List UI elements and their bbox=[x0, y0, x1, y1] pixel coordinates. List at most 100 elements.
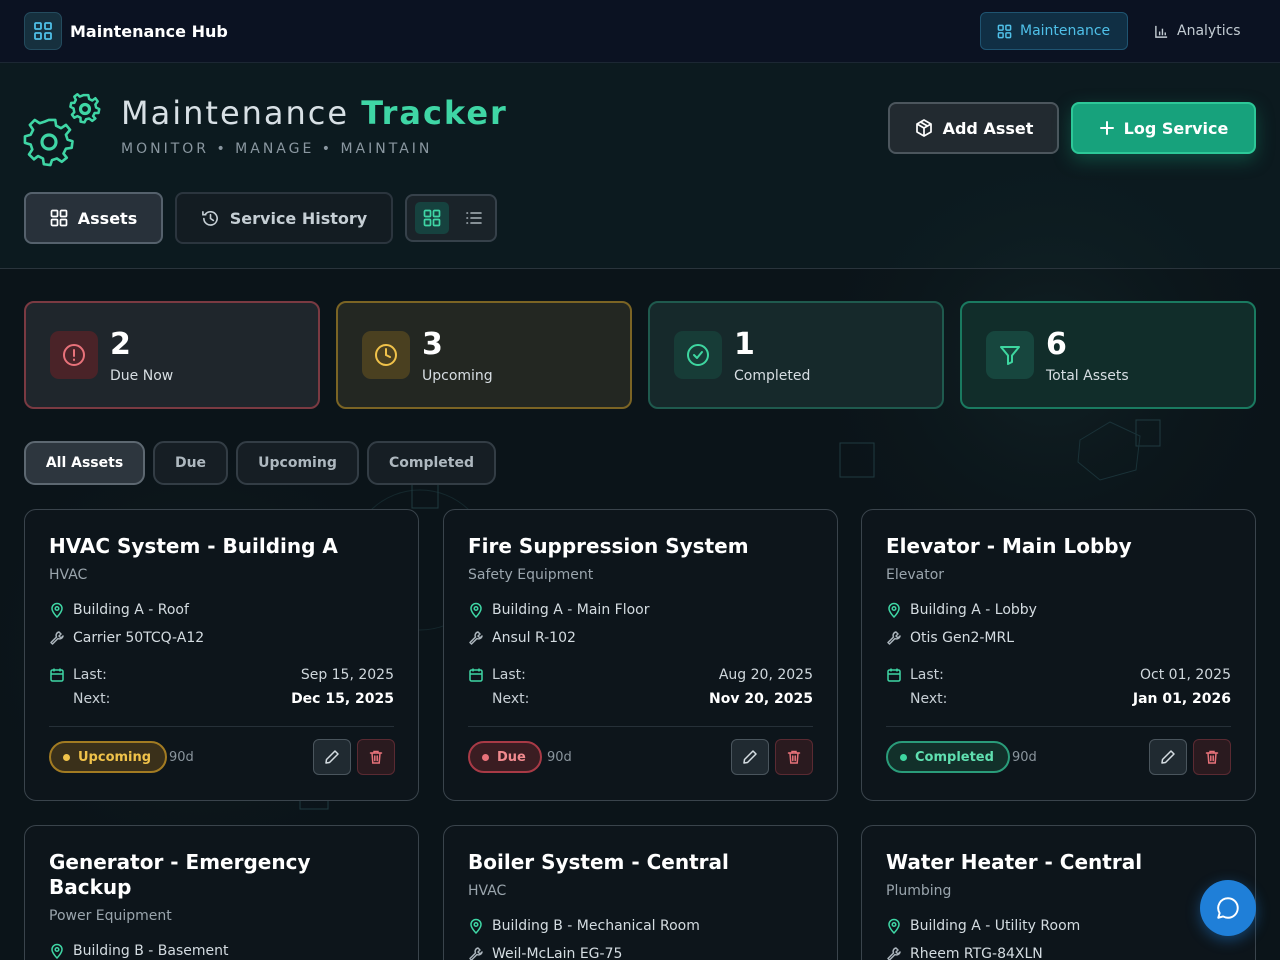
delete-button[interactable] bbox=[1193, 739, 1231, 775]
asset-location-text: Building A - Lobby bbox=[910, 602, 1037, 618]
service-interval: 90d bbox=[169, 750, 194, 765]
asset-dates: Last: Sep 15, 2025 Next: Dec 15, 2025 bbox=[49, 663, 394, 711]
brand[interactable]: Maintenance Hub bbox=[24, 12, 228, 50]
chat-bubble-icon bbox=[1217, 897, 1239, 919]
asset-location-text: Building B - Basement bbox=[73, 943, 229, 959]
log-service-label: Log Service bbox=[1123, 118, 1229, 138]
filter-completed[interactable]: Completed bbox=[367, 441, 496, 485]
last-label: Last: bbox=[73, 667, 107, 683]
map-pin-icon bbox=[51, 602, 63, 618]
nav-analytics[interactable]: Analytics bbox=[1138, 12, 1258, 50]
dashboard-icon bbox=[24, 12, 62, 50]
asset-model: Ansul R-102 bbox=[468, 630, 576, 646]
grid-view-button[interactable] bbox=[415, 202, 449, 234]
asset-card[interactable]: HVAC System - Building A HVAC Building A… bbox=[24, 509, 419, 801]
stat-upcoming[interactable]: 3 Upcoming bbox=[336, 301, 632, 409]
stat-label: Total Assets bbox=[1046, 368, 1129, 384]
asset-model-text: Otis Gen2-MRL bbox=[910, 630, 1015, 646]
asset-dates: Last: Oct 01, 2025 Next: Jan 01, 2026 bbox=[886, 663, 1231, 711]
stat-value: 2 bbox=[110, 327, 131, 362]
card-divider bbox=[49, 726, 394, 727]
edit-button[interactable] bbox=[313, 739, 351, 775]
map-pin-icon bbox=[470, 602, 482, 618]
wrench-icon bbox=[887, 947, 901, 960]
asset-model-text: Ansul R-102 bbox=[492, 630, 576, 646]
page-title-accent: Tracker bbox=[361, 94, 508, 132]
asset-name: Generator - Emergency Backup bbox=[49, 850, 311, 899]
page-title: Maintenance Tracker bbox=[121, 94, 508, 132]
status-badge: Completed bbox=[886, 741, 1010, 773]
stat-completed[interactable]: 1 Completed bbox=[648, 301, 944, 409]
asset-card[interactable]: Generator - Emergency Backup Power Equip… bbox=[24, 825, 419, 960]
nav-maintenance[interactable]: Maintenance bbox=[980, 12, 1128, 50]
asset-location: Building A - Main Floor bbox=[468, 602, 649, 618]
section-divider bbox=[0, 268, 1280, 269]
delete-button[interactable] bbox=[357, 739, 395, 775]
asset-location: Building A - Lobby bbox=[886, 602, 1037, 618]
service-interval: 90d bbox=[1012, 750, 1037, 765]
asset-location: Building B - Basement bbox=[49, 943, 229, 959]
calendar-icon bbox=[469, 668, 483, 682]
asset-name: Elevator - Main Lobby bbox=[886, 534, 1132, 558]
nav-maintenance-label: Maintenance bbox=[1020, 23, 1111, 39]
asset-model: Otis Gen2-MRL bbox=[886, 630, 1014, 646]
add-asset-button[interactable]: Add Asset bbox=[888, 102, 1059, 154]
view-toggle bbox=[405, 194, 497, 242]
asset-location: Building A - Utility Room bbox=[886, 918, 1080, 934]
filter-upcoming[interactable]: Upcoming bbox=[236, 441, 359, 485]
filter-all-assets[interactable]: All Assets bbox=[24, 441, 145, 485]
asset-category: HVAC bbox=[468, 883, 507, 899]
nav-analytics-label: Analytics bbox=[1177, 23, 1241, 39]
asset-card[interactable]: Water Heater - Central Plumbing Building… bbox=[861, 825, 1256, 960]
stat-total-assets[interactable]: 6 Total Assets bbox=[960, 301, 1256, 409]
stat-label: Due Now bbox=[110, 368, 174, 384]
list-icon bbox=[466, 212, 482, 224]
grid-icon bbox=[50, 209, 68, 227]
trash-icon bbox=[369, 750, 383, 764]
next-service-date: Jan 01, 2026 bbox=[1132, 691, 1231, 707]
list-view-button[interactable] bbox=[459, 202, 489, 234]
chat-button[interactable] bbox=[1200, 880, 1256, 936]
stat-value: 1 bbox=[734, 327, 755, 362]
bar-chart-icon bbox=[1155, 25, 1168, 38]
asset-name: Boiler System - Central bbox=[468, 850, 729, 874]
trash-icon bbox=[1205, 750, 1219, 764]
pencil-icon bbox=[325, 750, 339, 764]
asset-model: Carrier 50TCQ-A12 bbox=[49, 630, 204, 646]
edit-button[interactable] bbox=[1149, 739, 1187, 775]
asset-model: Rheem RTG-84XLN bbox=[886, 946, 1043, 960]
tab-assets[interactable]: Assets bbox=[24, 192, 163, 244]
stat-due-now[interactable]: 2 Due Now bbox=[24, 301, 320, 409]
asset-model-text: Rheem RTG-84XLN bbox=[910, 946, 1043, 960]
edit-button[interactable] bbox=[731, 739, 769, 775]
page-subtitle: MONITOR • MANAGE • MAINTAIN bbox=[121, 141, 433, 157]
filter-icon bbox=[986, 331, 1034, 379]
filter-due[interactable]: Due bbox=[153, 441, 228, 485]
asset-category: Power Equipment bbox=[49, 908, 172, 924]
log-service-button[interactable]: Log Service bbox=[1071, 102, 1256, 154]
pencil-icon bbox=[1161, 750, 1175, 764]
page-title-main: Maintenance bbox=[121, 94, 350, 132]
clock-icon bbox=[362, 331, 410, 379]
last-label: Last: bbox=[910, 667, 944, 683]
asset-name: Water Heater - Central bbox=[886, 850, 1143, 874]
tab-service-history[interactable]: Service History bbox=[175, 192, 393, 244]
asset-model-text: Weil-McLain EG-75 bbox=[492, 946, 623, 960]
asset-card[interactable]: Elevator - Main Lobby Elevator Building … bbox=[861, 509, 1256, 801]
brand-name: Maintenance Hub bbox=[70, 21, 228, 41]
asset-category: HVAC bbox=[49, 567, 88, 583]
next-label: Next: bbox=[910, 691, 948, 707]
map-pin-icon bbox=[888, 918, 900, 934]
stat-value: 6 bbox=[1046, 327, 1067, 362]
status-badge: Due bbox=[468, 741, 542, 773]
next-service-date: Nov 20, 2025 bbox=[709, 691, 813, 707]
delete-button[interactable] bbox=[775, 739, 813, 775]
asset-card[interactable]: Fire Suppression System Safety Equipment… bbox=[443, 509, 838, 801]
stat-label: Upcoming bbox=[422, 368, 493, 384]
asset-card[interactable]: Boiler System - Central HVAC Building B … bbox=[443, 825, 838, 960]
status-text: Completed bbox=[915, 749, 994, 765]
asset-name: Fire Suppression System bbox=[468, 534, 749, 558]
map-pin-icon bbox=[888, 602, 900, 618]
stat-label: Completed bbox=[734, 368, 811, 384]
map-pin-icon bbox=[470, 918, 482, 934]
